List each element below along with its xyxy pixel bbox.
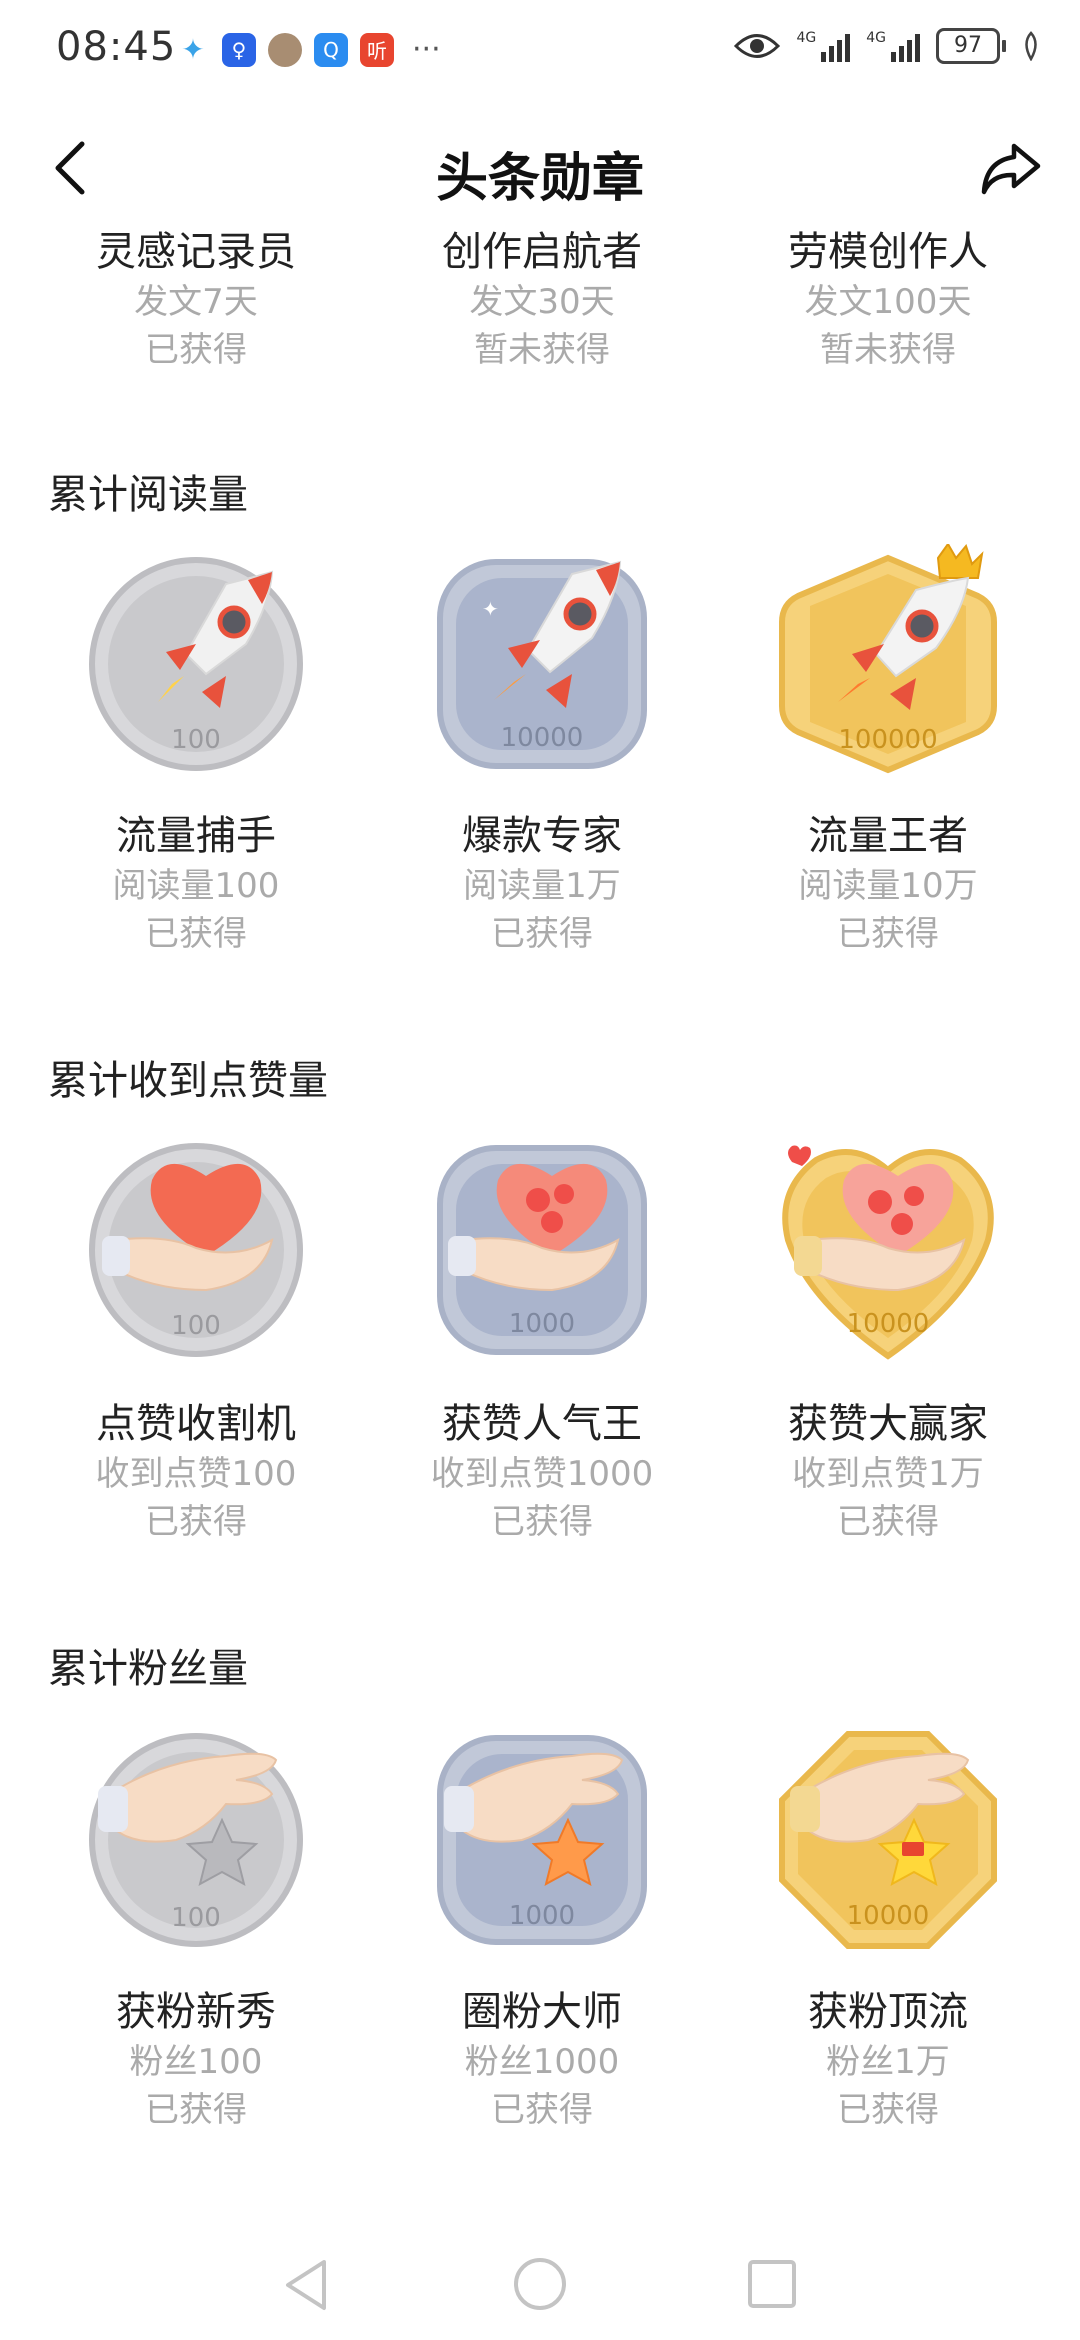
badge-requirement: 粉丝1000	[464, 2042, 620, 2082]
badge-fan-master[interactable]: 圈粉大师 粉丝1000 已获得	[362, 1986, 722, 2134]
badge-icon-like-big-winner[interactable]: 10000	[768, 1130, 1008, 1370]
status-right: 4G 4G 97	[734, 28, 1040, 64]
badge-hit-expert[interactable]: 爆款专家 阅读量1万 已获得	[362, 810, 722, 958]
section-title-fans: 累计粉丝量	[48, 1646, 248, 1692]
battery-level: 97	[936, 28, 1000, 64]
nav-bar: 头条勋章	[0, 118, 1080, 218]
badge-icon-hit-expert[interactable]: ✦ 10000	[422, 544, 662, 784]
badge-status: 已获得	[491, 2090, 593, 2130]
badge-status: 已获得	[837, 2090, 939, 2130]
page-title: 头条勋章	[435, 149, 644, 209]
badge-icon-number: 100	[171, 725, 221, 755]
badge-name: 圈粉大师	[462, 1989, 622, 2035]
badge-icon-number: 100	[171, 1311, 221, 1341]
badge-fan-rookie[interactable]: 获粉新秀 粉丝100 已获得	[16, 1986, 376, 2134]
signal-strength-1-icon: 4G	[796, 30, 851, 62]
eye-icon	[734, 34, 781, 58]
badge-name: 流量捕手	[116, 813, 276, 859]
badge-requirement: 发文100天	[804, 282, 972, 322]
status-bar: 08:45 ✦ ♀ Q 听 ··· 4G 4G 97	[0, 0, 1080, 100]
badge-icon-number: 1000	[509, 1901, 575, 1931]
badge-icon-number: 1000	[509, 1309, 575, 1339]
badge-name: 爆款专家	[462, 813, 622, 859]
badge-name: 点赞收割机	[96, 1401, 296, 1447]
badge-icon-flow-king[interactable]: 100000	[768, 544, 1008, 784]
system-nav-bar	[0, 2230, 1080, 2340]
home-circle-icon[interactable]	[510, 2254, 570, 2314]
badge-status: 已获得	[145, 330, 247, 370]
listen-app-icon: 听	[360, 32, 394, 67]
badge-name: 获粉新秀	[116, 1989, 276, 2035]
badge-model-creator[interactable]: 劳模创作人 发文100天 暂未获得	[708, 226, 1068, 374]
badge-name: 灵感记录员	[96, 229, 296, 275]
badge-icon-number: 10000	[847, 1901, 930, 1931]
badge-like-big-winner[interactable]: 获赞大赢家 收到点赞1万 已获得	[708, 1398, 1068, 1546]
badge-status: 暂未获得	[820, 330, 956, 370]
notification-icons: ✦ ♀ Q 听 ···	[176, 32, 441, 67]
status-time: 08:45	[56, 24, 177, 70]
badge-flow-king[interactable]: 流量王者 阅读量10万 已获得	[708, 810, 1068, 958]
badge-like-harvester[interactable]: 点赞收割机 收到点赞100 已获得	[16, 1398, 376, 1546]
search-app-icon: Q	[314, 32, 348, 67]
badge-requirement: 发文30天	[469, 282, 615, 322]
badge-name: 获粉顶流	[808, 1989, 968, 2035]
back-triangle-icon[interactable]	[280, 2256, 334, 2314]
badge-name: 劳模创作人	[788, 229, 988, 275]
badge-icon-like-harvester[interactable]: 100	[76, 1130, 316, 1370]
battery-icon: 97	[936, 28, 1006, 64]
badge-status: 暂未获得	[474, 330, 610, 370]
badge-status: 已获得	[837, 914, 939, 954]
badge-icon-fan-master[interactable]: 1000	[422, 1720, 662, 1960]
badge-requirement: 收到点赞100	[95, 1454, 297, 1494]
badge-icon-flow-catcher[interactable]: 100	[76, 544, 316, 784]
badge-like-popular-king[interactable]: 获赞人气王 收到点赞1000 已获得	[362, 1398, 722, 1546]
bulb-icon: ♀	[222, 32, 256, 67]
badge-status: 已获得	[145, 914, 247, 954]
badge-status: 已获得	[837, 1502, 939, 1542]
badge-requirement: 阅读量100	[112, 866, 280, 906]
signal-strength-2-icon: 4G	[866, 30, 920, 62]
badge-name: 获赞大赢家	[788, 1401, 988, 1447]
badge-requirement: 粉丝100	[129, 2042, 263, 2082]
badge-icon-fan-top-flow[interactable]: 10000	[768, 1720, 1008, 1960]
badge-status: 已获得	[145, 1502, 247, 1542]
section-title-reads: 累计阅读量	[48, 472, 248, 518]
badge-icon-number: 100000	[838, 725, 937, 755]
badge-status: 已获得	[145, 2090, 247, 2130]
badge-requirement: 粉丝1万	[826, 2042, 950, 2082]
badge-icon-fan-rookie[interactable]: 100	[76, 1720, 316, 1960]
badge-requirement: 收到点赞1000	[430, 1454, 654, 1494]
share-icon[interactable]	[978, 136, 1044, 202]
svg-text:✦: ✦	[482, 597, 499, 621]
more-notifications-icon: ···	[412, 32, 441, 67]
badge-status: 已获得	[491, 914, 593, 954]
leaf-icon	[1025, 31, 1037, 61]
badge-name: 创作启航者	[442, 229, 642, 275]
badge-inspiration-recorder[interactable]: 灵感记录员 发文7天 已获得	[16, 226, 376, 374]
badge-requirement: 发文7天	[134, 282, 258, 322]
badge-name: 流量王者	[808, 813, 968, 859]
badge-requirement: 收到点赞1万	[792, 1454, 984, 1494]
badge-icon-like-popular-king[interactable]: 1000	[422, 1130, 662, 1370]
recents-square-icon[interactable]	[744, 2256, 800, 2312]
badge-status: 已获得	[491, 1502, 593, 1542]
badge-icon-number: 10000	[501, 723, 584, 753]
badge-icon-number: 100	[171, 1903, 221, 1933]
badge-fan-top-flow[interactable]: 获粉顶流 粉丝1万 已获得	[708, 1986, 1068, 2134]
compass-icon: ✦	[176, 32, 210, 67]
badge-requirement: 阅读量10万	[798, 866, 978, 906]
badge-icon-number: 10000	[847, 1309, 930, 1339]
badge-name: 获赞人气王	[442, 1401, 642, 1447]
badge-creation-starter[interactable]: 创作启航者 发文30天 暂未获得	[362, 226, 722, 374]
section-title-likes: 累计收到点赞量	[48, 1058, 328, 1104]
badge-requirement: 阅读量1万	[463, 866, 621, 906]
badge-flow-catcher[interactable]: 流量捕手 阅读量100 已获得	[16, 810, 376, 958]
avatar-icon	[268, 32, 302, 67]
